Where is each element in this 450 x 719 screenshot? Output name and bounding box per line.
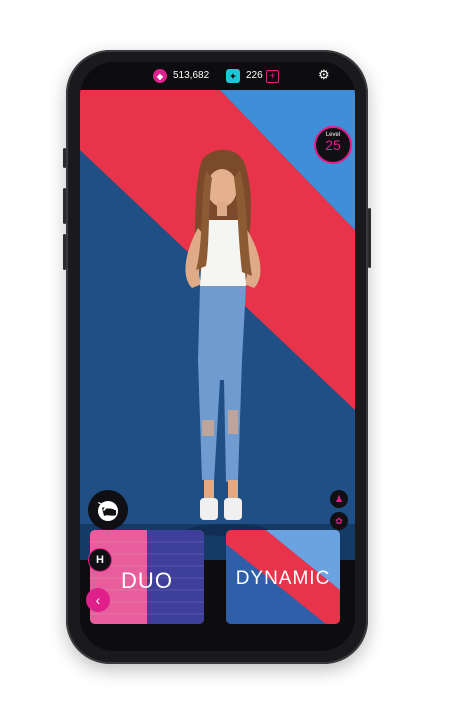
phone-power-button [368,208,371,268]
phone-volume-up [63,188,66,224]
level-badge[interactable]: Level 25 [314,126,352,164]
duo-card-label: DUO [121,568,173,593]
hashtag-icon[interactable]: H [88,548,112,572]
stage-background [80,90,355,560]
duo-card[interactable]: DUO [90,530,204,624]
gear-icon[interactable]: ⚙ [318,67,330,83]
globe-plane-icon [98,501,118,521]
gem-icon[interactable]: ◆ [153,69,167,83]
gems-count: 513,682 [173,70,210,81]
phone-volume-down [63,234,66,270]
dynamic-card[interactable]: DYNAMIC [226,530,340,624]
chevron-left-icon[interactable]: ‹ [86,588,110,612]
dynamic-card-label: DYNAMIC [235,568,331,589]
ticket-icon[interactable]: ✦ [226,69,240,83]
hanger-icon[interactable]: ♟ [330,490,348,508]
game-screen: ◆ 513,682 ✦ 226 + ⚙ Level 25 ♟ ✿ DUO DYN… [80,62,355,651]
tickets-count: 226 [246,70,263,81]
outfit-icon[interactable]: ✿ [330,512,348,530]
phone-side-button-left [63,148,66,168]
avatar-stage: Level 25 ♟ ✿ [80,90,355,560]
level-number: 25 [325,137,341,153]
travel-globe-button[interactable] [88,490,128,530]
add-tickets-button[interactable]: + [266,70,279,83]
currency-bar: ◆ 513,682 ✦ 226 + ⚙ [80,62,355,90]
